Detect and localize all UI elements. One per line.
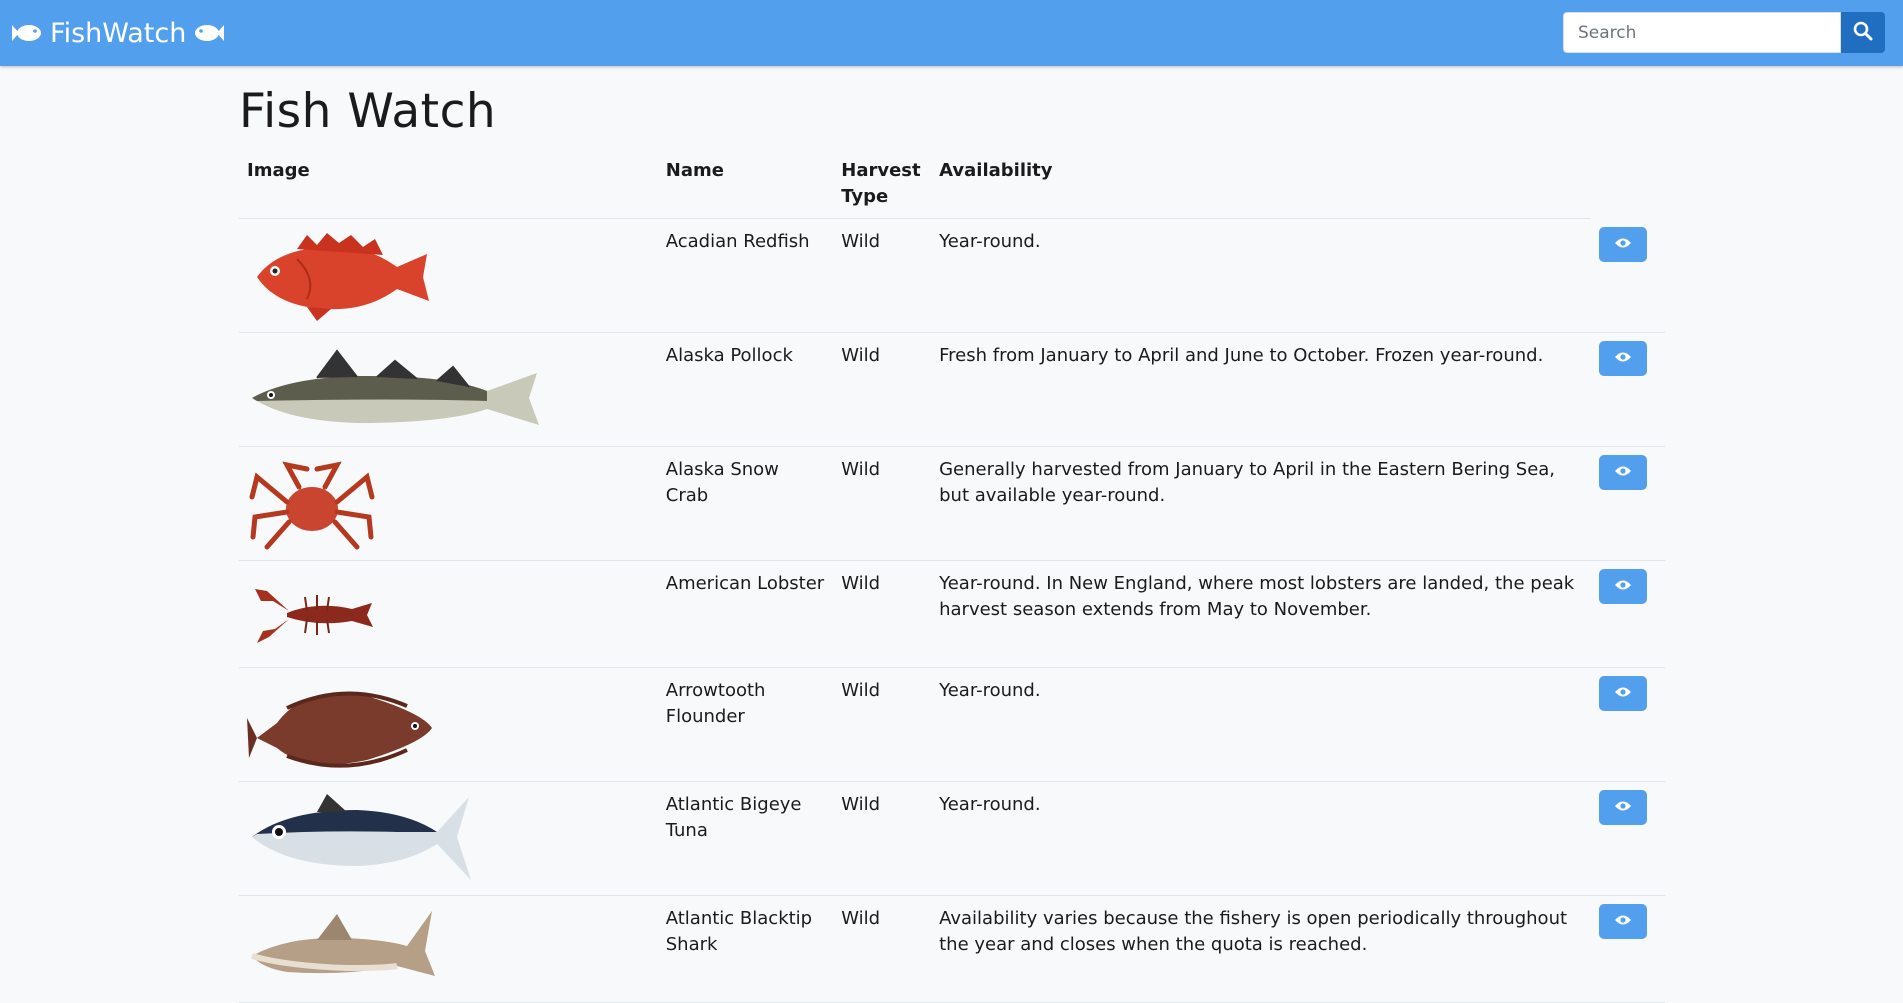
table-row: Acadian Redfish Wild Year-round. xyxy=(239,219,1665,333)
view-button[interactable] xyxy=(1599,455,1648,490)
eye-icon xyxy=(1614,686,1632,701)
fish-icon xyxy=(12,22,42,44)
eye-icon xyxy=(1614,914,1632,929)
species-table: Image Name Harvest Type Availability Aca… xyxy=(239,150,1665,1003)
cell-availability: Availability varies because the fishery … xyxy=(939,908,1568,955)
header-harvest-type: Harvest Type xyxy=(833,150,932,219)
header-availability: Availability xyxy=(931,150,1592,219)
cell-availability: Year-round. In New England, where most l… xyxy=(939,573,1575,620)
cell-harvest-type: Wild xyxy=(841,231,881,252)
cell-name: Alaska Pollock xyxy=(665,345,793,366)
table-header-row: Image Name Harvest Type Availability xyxy=(239,150,1665,219)
header-image: Image xyxy=(239,150,658,219)
page-title: Fish Watch xyxy=(239,84,497,139)
cell-name: Atlantic Bigeye Tuna xyxy=(665,794,802,841)
cell-harvest-type: Wild xyxy=(841,680,881,701)
eye-icon xyxy=(1614,465,1632,480)
view-button[interactable] xyxy=(1599,790,1648,825)
header-actions xyxy=(1591,150,1665,219)
table-row: Atlantic Blacktip Shark Wild Availabilit… xyxy=(239,896,1665,1003)
shark-image xyxy=(251,911,435,976)
view-button[interactable] xyxy=(1599,341,1648,376)
cell-harvest-type: Wild xyxy=(841,794,881,815)
table-row: Atlantic Bigeye Tuna Wild Year-round. xyxy=(239,782,1665,896)
redfish-image xyxy=(257,233,429,321)
table-row: Alaska Pollock Wild Fresh from January t… xyxy=(239,333,1665,447)
lobster-image xyxy=(255,589,373,643)
pollock-image xyxy=(252,349,539,425)
cell-availability: Year-round. xyxy=(939,680,1041,701)
view-button[interactable] xyxy=(1599,226,1648,262)
cell-harvest-type: Wild xyxy=(841,908,881,929)
cell-name: American Lobster xyxy=(665,573,825,594)
navbar: FishWatch xyxy=(0,0,1903,66)
fish-icon xyxy=(194,22,225,44)
cell-harvest-type: Wild xyxy=(841,345,881,366)
table-row: Alaska Snow Crab Wild Generally harveste… xyxy=(239,447,1665,561)
cell-name: Alaska Snow Crab xyxy=(665,459,779,506)
eye-icon xyxy=(1614,800,1632,815)
table-row: American Lobster Wild Year-round. In New… xyxy=(239,561,1665,668)
eye-icon xyxy=(1614,579,1632,594)
cell-availability: Fresh from January to April and June to … xyxy=(939,345,1544,366)
header-name: Name xyxy=(657,150,834,219)
table-row: Arrowtooth Flounder Wild Year-round. xyxy=(239,668,1665,782)
cell-harvest-type: Wild xyxy=(841,573,881,594)
crab-image xyxy=(249,461,375,550)
tuna-image xyxy=(252,794,471,880)
brand-name: FishWatch xyxy=(50,17,187,49)
cell-harvest-type: Wild xyxy=(841,459,881,480)
search-icon xyxy=(1853,21,1873,44)
eye-icon xyxy=(1614,351,1632,366)
brand-link[interactable]: FishWatch xyxy=(12,15,225,51)
cell-name: Atlantic Blacktip Shark xyxy=(665,908,813,955)
view-button[interactable] xyxy=(1599,676,1648,711)
flounder-image xyxy=(247,691,432,768)
view-button[interactable] xyxy=(1599,569,1648,604)
search-button[interactable] xyxy=(1841,12,1885,53)
eye-icon xyxy=(1614,237,1632,252)
cell-availability: Year-round. xyxy=(939,231,1041,252)
search-input[interactable] xyxy=(1563,12,1841,53)
cell-availability: Generally harvested from January to Apri… xyxy=(939,459,1556,506)
cell-name: Acadian Redfish xyxy=(665,231,810,252)
cell-name: Arrowtooth Flounder xyxy=(665,680,766,727)
view-button[interactable] xyxy=(1599,904,1648,939)
cell-availability: Year-round. xyxy=(939,794,1041,815)
search-form xyxy=(1563,12,1885,55)
